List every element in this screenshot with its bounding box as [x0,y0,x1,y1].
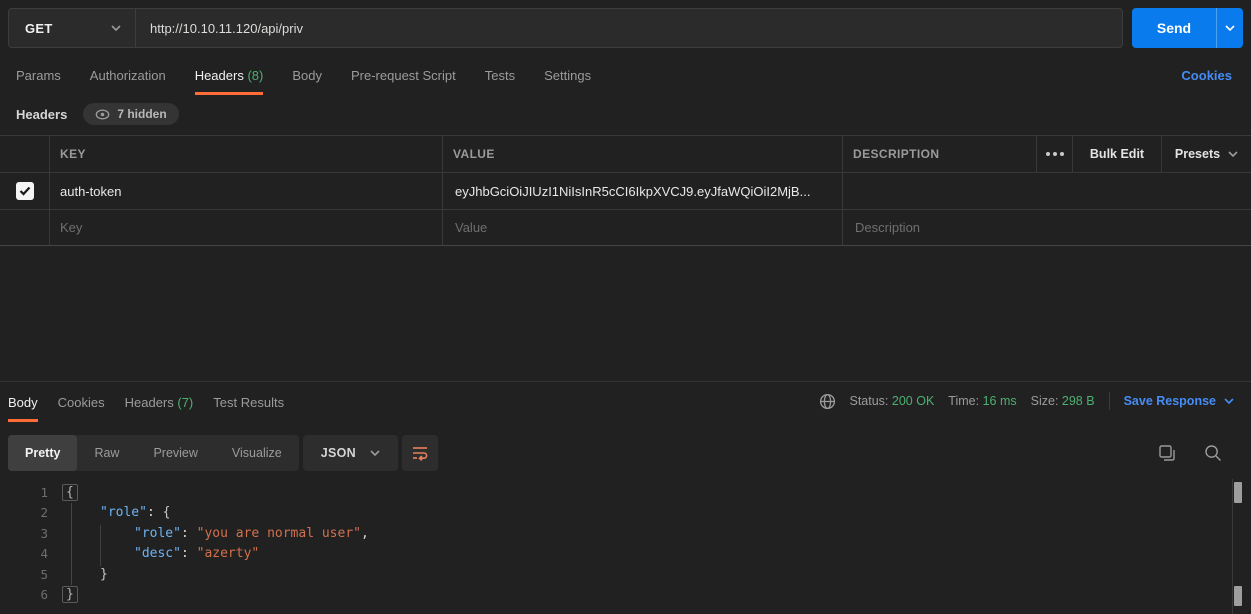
cookies-link[interactable]: Cookies [1181,60,1232,83]
code-line: 5 } [0,564,1251,585]
eye-icon [95,109,110,120]
request-tabs: Params Authorization Headers (8) Body Pr… [0,60,1251,95]
header-key-field[interactable]: auth-token [50,173,443,209]
headers-section-title: Headers [16,107,67,122]
wrap-lines-toggle[interactable] [402,435,438,471]
header-row-new: Key Value Description [0,209,1251,246]
row-select-cell [0,210,50,245]
line-number: 3 [0,526,48,541]
fold-gutter-line [71,503,72,585]
row-checkbox[interactable] [16,182,34,200]
send-button-group: Send [1132,8,1243,48]
tab-body[interactable]: Body [292,60,322,95]
description-column-header: DESCRIPTION [843,136,1037,172]
response-panel: Body Cookies Headers (7) Test Results St… [0,381,1251,614]
new-description-input[interactable]: Description [843,210,1251,245]
line-number: 5 [0,567,48,582]
code-line: 6 } [0,585,1251,606]
row-select-cell [0,173,50,209]
response-tab-headers[interactable]: Headers (7) [125,382,194,422]
divider [1109,392,1110,410]
line-number: 2 [0,505,48,520]
save-response-button[interactable]: Save Response [1124,394,1234,408]
chevron-down-icon [1225,25,1235,31]
method-label: GET [25,21,53,36]
send-button[interactable]: Send [1132,8,1216,48]
indent-guide [100,525,101,566]
fold-toggle[interactable]: { [62,484,78,501]
bulk-edit-button[interactable]: Bulk Edit [1073,136,1162,172]
code-line: 3 "role": "you are normal user", [0,523,1251,544]
headers-count-badge: (8) [247,68,263,83]
view-mode-pretty[interactable]: Pretty [8,435,77,471]
globe-icon [819,393,836,410]
tab-params[interactable]: Params [16,60,61,95]
url-input[interactable]: http://10.10.11.120/api/priv [136,21,1122,36]
method-selector[interactable]: GET [9,9,136,47]
search-icon[interactable] [1203,443,1223,463]
select-column-header [0,136,50,172]
line-wrap-icon [411,445,429,461]
view-mode-preview[interactable]: Preview [136,435,214,471]
tab-headers[interactable]: Headers (8) [195,60,264,95]
header-row-auth-token: auth-token eyJhbGciOiJIUzI1NiIsInR5cCI6I… [0,172,1251,209]
url-box: GET http://10.10.11.120/api/priv [8,8,1123,48]
fold-toggle[interactable]: } [62,586,78,603]
response-header: Body Cookies Headers (7) Test Results St… [0,382,1251,425]
line-number: 4 [0,546,48,561]
tab-settings[interactable]: Settings [544,60,591,95]
size-badge: Size: 298 B [1031,394,1095,408]
postman-request-view: GET http://10.10.11.120/api/priv Send Pa… [0,0,1251,614]
key-column-header: KEY [50,136,443,172]
new-key-input[interactable]: Key [50,210,443,245]
response-headers-count: (7) [177,395,193,410]
line-number: 1 [0,485,48,500]
hidden-headers-toggle[interactable]: 7 hidden [83,103,178,125]
table-header-row: KEY VALUE DESCRIPTION Bulk Edit Presets [0,135,1251,172]
scrollbar-thumb[interactable] [1234,482,1242,503]
format-dropdown[interactable]: JSON [303,435,398,471]
view-mode-switcher: Pretty Raw Preview Visualize [8,435,299,471]
scrollbar-thumb[interactable] [1234,586,1242,606]
chevron-down-icon [111,25,121,31]
code-line: 4 "desc": "azerty" [0,544,1251,565]
response-tools [1157,443,1243,463]
tab-tests[interactable]: Tests [485,60,515,95]
scrollbar-track [1232,479,1233,614]
url-text: http://10.10.11.120/api/priv [150,21,303,36]
response-body-editor[interactable]: 1 { 2 "role": { 3 "role": "you are norma… [0,479,1251,614]
copy-icon[interactable] [1157,443,1177,463]
tab-pre-request-script[interactable]: Pre-request Script [351,60,456,95]
tab-authorization[interactable]: Authorization [90,60,166,95]
chevron-down-icon [1228,151,1238,157]
view-mode-visualize[interactable]: Visualize [215,435,299,471]
three-dots-icon [1046,152,1064,156]
line-number: 6 [0,587,48,602]
status-badge: Status: 200 OK [850,394,935,408]
response-meta: Status: 200 OK Time: 16 ms Size: 298 B S… [819,382,1251,410]
code-line: 1 { [0,482,1251,503]
more-options-button[interactable] [1037,136,1073,172]
response-tab-body[interactable]: Body [8,382,38,422]
request-url-row: GET http://10.10.11.120/api/priv Send [8,8,1243,48]
headers-section-header: Headers 7 hidden [16,103,179,125]
chevron-down-icon [370,450,380,456]
value-column-header: VALUE [443,136,843,172]
chevron-down-icon [1224,398,1234,404]
response-tab-test-results[interactable]: Test Results [213,382,284,422]
time-badge: Time: 16 ms [948,394,1016,408]
view-mode-raw[interactable]: Raw [77,435,136,471]
new-value-input[interactable]: Value [443,210,843,245]
response-toolbar: Pretty Raw Preview Visualize JSON [8,435,1243,471]
response-tab-cookies[interactable]: Cookies [58,382,105,422]
checkmark-icon [19,186,31,196]
presets-dropdown[interactable]: Presets [1162,136,1251,172]
headers-table: KEY VALUE DESCRIPTION Bulk Edit Presets [0,135,1251,246]
header-value-field[interactable]: eyJhbGciOiJIUzI1NiIsInR5cCI6IkpXVCJ9.eyJ… [443,173,843,209]
hidden-headers-label: 7 hidden [117,107,166,121]
header-description-field[interactable] [843,173,1251,209]
send-options-button[interactable] [1216,8,1243,48]
code-line: 2 "role": { [0,503,1251,524]
